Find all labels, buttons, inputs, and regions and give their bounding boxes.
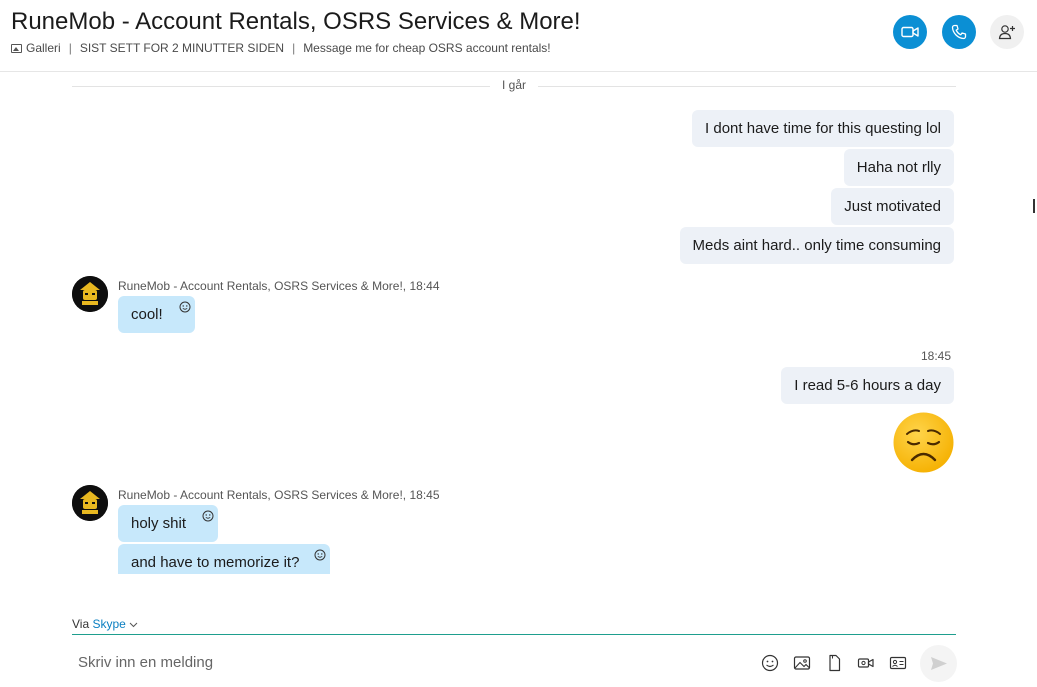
emoji-icon[interactable] bbox=[761, 654, 779, 672]
message-sender-info: RuneMob - Account Rentals, OSRS Services… bbox=[118, 488, 440, 502]
file-icon[interactable] bbox=[825, 654, 843, 672]
pensive-face-icon[interactable] bbox=[893, 412, 954, 473]
contact-card-icon[interactable] bbox=[889, 654, 907, 672]
add-reaction-icon[interactable] bbox=[202, 510, 214, 522]
via-service-link[interactable]: Skype bbox=[92, 617, 125, 631]
image-icon[interactable] bbox=[793, 654, 811, 672]
video-message-icon[interactable] bbox=[857, 654, 875, 672]
outgoing-message[interactable]: Just motivated bbox=[831, 188, 954, 225]
chat-subtitle: Galleri | SIST SETT FOR 2 MINUTTER SIDEN… bbox=[11, 41, 551, 55]
message-sender-info: RuneMob - Account Rentals, OSRS Services… bbox=[118, 279, 440, 293]
send-button[interactable] bbox=[920, 645, 957, 682]
chevron-down-icon[interactable] bbox=[129, 622, 138, 628]
last-seen-status: SIST SETT FOR 2 MINUTTER SIDEN bbox=[79, 41, 285, 55]
via-label: Via bbox=[72, 617, 90, 631]
outgoing-message[interactable]: Haha not rlly bbox=[843, 149, 954, 186]
phone-icon bbox=[951, 24, 967, 40]
sender-name[interactable]: RuneMob - Account Rentals, OSRS Services… bbox=[118, 279, 406, 293]
runemob-logo-icon bbox=[72, 485, 108, 521]
audio-call-button[interactable] bbox=[942, 15, 976, 49]
message-list[interactable]: I dont have time for this questing lol H… bbox=[0, 96, 1037, 574]
video-camera-icon bbox=[901, 26, 919, 38]
gallery-link[interactable]: Galleri bbox=[26, 41, 61, 55]
send-arrow-icon bbox=[931, 657, 947, 670]
incoming-message[interactable]: cool! bbox=[118, 296, 195, 333]
runemob-logo-icon bbox=[72, 276, 108, 312]
incoming-message[interactable]: and have to memorize it? bbox=[118, 544, 330, 574]
chat-title[interactable]: RuneMob - Account Rentals, OSRS Services… bbox=[11, 8, 581, 36]
subtitle-separator: | bbox=[292, 41, 296, 55]
subtitle-separator: | bbox=[68, 41, 72, 55]
sender-name[interactable]: RuneMob - Account Rentals, OSRS Services… bbox=[118, 488, 406, 502]
incoming-message[interactable]: holy shit bbox=[118, 505, 218, 542]
add-participant-button[interactable] bbox=[990, 15, 1024, 49]
incoming-message-text: cool! bbox=[131, 306, 163, 323]
incoming-message-text: and have to memorize it? bbox=[131, 554, 300, 571]
video-call-button[interactable] bbox=[893, 15, 927, 49]
scrollbar-thumb[interactable] bbox=[1033, 199, 1035, 213]
add-person-icon bbox=[998, 25, 1015, 40]
add-reaction-icon[interactable] bbox=[179, 301, 191, 313]
outgoing-message[interactable]: I read 5-6 hours a day bbox=[781, 367, 954, 404]
day-separator-label: I går bbox=[491, 78, 536, 92]
mood-message: Message me for cheap OSRS account rental… bbox=[303, 41, 551, 55]
chat-header: RuneMob - Account Rentals, OSRS Services… bbox=[0, 0, 1037, 72]
composer-divider bbox=[72, 634, 956, 635]
outgoing-message[interactable]: Meds aint hard.. only time consuming bbox=[679, 227, 954, 264]
message-time: 18:45 bbox=[921, 349, 952, 363]
message-time: 18:44 bbox=[409, 279, 440, 293]
outgoing-message[interactable]: I dont have time for this questing lol bbox=[692, 110, 954, 147]
message-time: 18:45 bbox=[409, 488, 440, 502]
via-selector[interactable]: Via Skype bbox=[72, 617, 138, 631]
add-reaction-icon[interactable] bbox=[314, 549, 326, 561]
avatar[interactable] bbox=[72, 485, 108, 521]
gallery-icon[interactable] bbox=[11, 43, 22, 53]
day-separator: I går bbox=[72, 78, 956, 92]
message-input[interactable] bbox=[72, 644, 684, 680]
avatar[interactable] bbox=[72, 276, 108, 312]
incoming-message-text: holy shit bbox=[131, 515, 187, 532]
